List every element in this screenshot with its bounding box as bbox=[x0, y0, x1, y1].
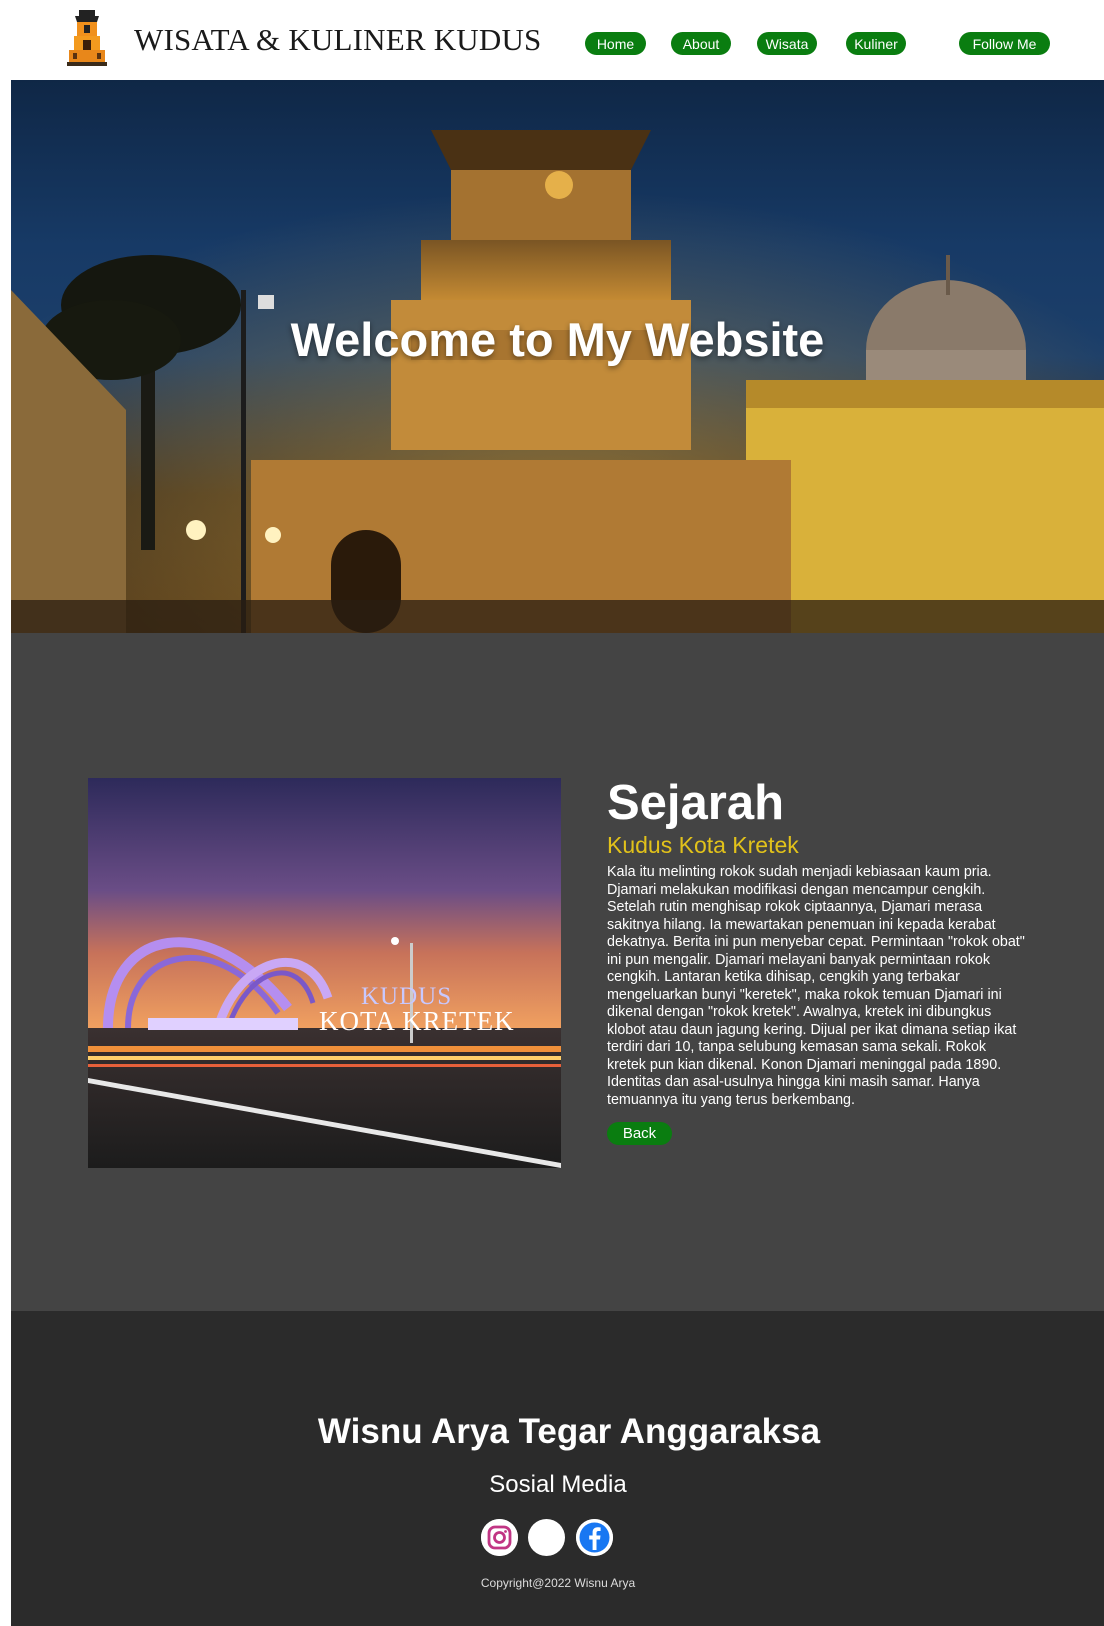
hero-title: Welcome to My Website bbox=[290, 313, 825, 366]
hero-section: Welcome to My Website bbox=[11, 80, 1104, 633]
footer: Wisnu Arya Tegar Anggaraksa Sosial Media… bbox=[11, 1311, 1104, 1626]
nav-about-button[interactable]: About bbox=[671, 32, 731, 55]
footer-social-title: Sosial Media bbox=[489, 1471, 627, 1498]
kudus-kota-kretek-monument-photo: KUDUS KOTA KRETEK bbox=[88, 778, 561, 1168]
copyright-text: Copyright@2022 Wisnu Arya bbox=[480, 1576, 636, 1590]
brand-title[interactable]: WISATA & KULINER KUDUS bbox=[134, 22, 542, 58]
monument-text-kota-kretek: KOTA KRETEK bbox=[319, 1006, 515, 1036]
instagram-icon[interactable] bbox=[481, 1519, 518, 1556]
about-paragraph: Kala itu melinting rokok sudah menjadi k… bbox=[607, 864, 1025, 1108]
footer-author-name: Wisnu Arya Tegar Anggaraksa bbox=[317, 1412, 821, 1451]
nav-kuliner-button[interactable]: Kuliner bbox=[846, 32, 906, 55]
facebook-icon[interactable] bbox=[576, 1519, 613, 1556]
about-subheading: Kudus Kota Kretek bbox=[607, 832, 799, 858]
back-button[interactable]: Back bbox=[607, 1122, 672, 1145]
about-text-block: Sejarah Kudus Kota Kretek Kala itu melin… bbox=[607, 775, 1027, 1145]
about-section: KUDUS KOTA KRETEK Sejarah Kudus Kota Kre… bbox=[11, 633, 1104, 1311]
about-heading: Sejarah bbox=[607, 776, 785, 830]
nav-wisata-button[interactable]: Wisata bbox=[757, 32, 817, 55]
menara-kudus-logo-icon[interactable] bbox=[63, 8, 111, 68]
twitter-icon[interactable] bbox=[528, 1519, 565, 1556]
navbar: WISATA & KULINER KUDUS Home About Wisata… bbox=[0, 0, 1104, 80]
nav-follow-me-button[interactable]: Follow Me bbox=[959, 32, 1050, 55]
nav-home-button[interactable]: Home bbox=[585, 32, 646, 55]
